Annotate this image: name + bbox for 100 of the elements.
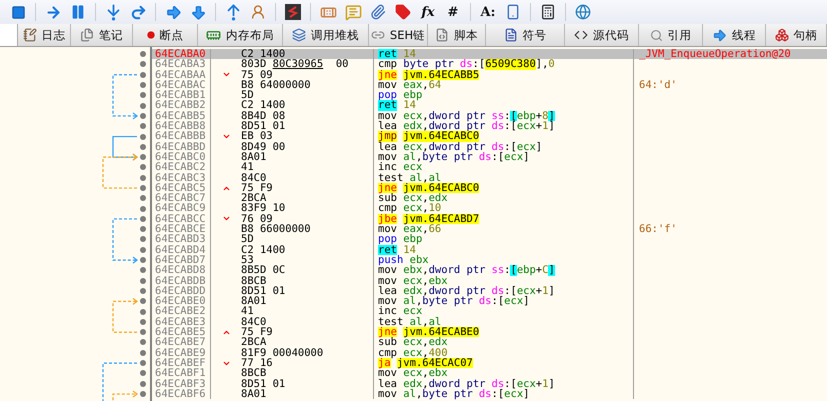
address-text: 64ECABBD [154,142,207,152]
breakpoint-dot-icon[interactable] [140,51,146,58]
instruction-text: sub ecx,edx [373,193,633,204]
breakpoint-dot-icon[interactable] [140,278,146,284]
toolbar-button[interactable]: A: [478,2,498,22]
address-text: 64ECABCE [154,224,207,234]
address-text: 64ECABE5 [154,327,207,338]
breakpoint-dot-icon[interactable] [140,298,146,304]
comment-text: 64:'d' [633,80,827,90]
bytes-text: 81F9 00040000 [241,348,324,358]
breakpoint-dot-icon[interactable] [140,61,146,68]
instruction-text: mov ecx,dword ptr ss:[ebp+8] [373,110,633,122]
breakpoint-dot-icon[interactable] [140,144,146,150]
breakpoint-dot-icon[interactable] [140,360,146,366]
bytes-text: C2 1400 [241,100,286,111]
address-text: 64ECABEF [154,358,207,368]
address-text: 64ECABAA [154,70,207,80]
breakpoint-dot-icon[interactable] [140,288,146,294]
breakpoint-dot-icon[interactable] [140,195,146,202]
pages-icon [80,28,94,42]
breakpoint-dot-icon[interactable] [140,92,146,98]
breakpoint-dot-icon[interactable] [140,216,146,222]
breakpoint-dot-icon[interactable] [140,72,146,78]
address-text: 64ECABE9 [154,348,207,358]
breakpoint-dot-icon[interactable] [140,134,146,140]
tab[interactable]: 断点 [133,24,198,46]
code-file-icon [435,28,449,42]
tab[interactable]: 符号 [486,24,565,46]
breakpoint-dot-icon[interactable] [140,339,146,346]
breakpoint-dot-icon[interactable] [140,380,146,387]
document-icon [504,28,518,42]
breakpoint-dot-icon[interactable] [140,226,146,232]
globe-icon[interactable] [573,2,593,22]
breakpoint-dot-icon[interactable] [140,206,146,212]
tab[interactable]: 日志 [18,24,71,46]
address-text: 64ECABE0 [154,296,207,306]
bytes-text: B8 66000000 [241,224,311,234]
code-brackets-icon [574,28,588,42]
breakpoint-dot-icon[interactable] [140,350,146,356]
selected-row[interactable]: 64ECABA0 C2 1400 ret 14 _JVM_EnqueueOperation@20 [152,49,827,60]
tab[interactable]: SEH链 [369,24,428,46]
bytes-text: 803D 80C30965 00 [241,59,348,70]
tab[interactable]: 引用 [639,24,703,46]
breakpoint-dot-icon[interactable] [140,329,146,336]
notepad-icon [22,28,36,42]
instruction-text: ret 14 [373,100,633,111]
instruction-text: mov al,byte ptr ds:[ecx] [373,296,633,306]
bytes-text: 8D51 01 [241,286,286,296]
bytes-text: 84C0 [241,172,266,183]
instruction-text: jmp jvm.64ECABC0 [373,131,633,142]
breakpoint-dot-icon[interactable] [140,318,146,325]
address-text: 64ECABC3 [154,172,207,183]
breakpoint-dot-icon[interactable] [140,102,146,109]
bytes-text: 5D [241,90,254,100]
address-text: 64ECABAC [154,80,207,90]
breakpoint-dot-icon[interactable] [140,246,146,253]
breakpoint-dot-icon[interactable] [140,82,146,88]
address-text: 64ECABC5 [154,182,207,194]
instruction-text: jne jvm.64ECABC0 [373,182,633,194]
dark-square-icon[interactable] [283,2,303,22]
toolbar-button[interactable]: # [443,2,463,22]
breakpoint-dot-icon[interactable] [140,154,146,160]
breakpoint-dot-icon[interactable] [140,390,146,397]
breakpoint-dot-icon[interactable] [140,123,146,130]
breakpoint-dot-icon[interactable] [140,236,146,242]
breakpoint-dot-icon[interactable] [140,267,146,274]
instruction-text: mov al,byte ptr ds:[ecx] [373,152,633,162]
breakpoint-dot-icon[interactable] [140,370,146,376]
instruction-text: jne jvm.64ECABB5 [373,70,633,80]
tab[interactable]: 脚本 [428,24,486,46]
instruction-text: inc ecx [373,306,633,317]
bytes-text: 41 [241,162,254,173]
tab[interactable]: 调用堆栈 [283,24,369,46]
breakpoint-dot-icon[interactable] [140,164,146,170]
search-icon [650,28,662,42]
tab[interactable]: 源代码 [565,24,639,46]
address-text: 64ECABC9 [154,203,207,214]
bytes-text: 2BCA [241,337,266,348]
address-text: 64ECABD3 [154,234,207,245]
instruction-text: lea ecx,dword ptr ds:[ecx] [373,142,633,152]
bytes-text: 41 [241,306,254,317]
breakpoint-dot-icon[interactable] [140,308,146,315]
breakpoint-dot-icon[interactable] [140,185,146,191]
address-text: 64ECABD7 [154,254,207,266]
tab[interactable]: 句柄 [766,24,827,46]
bytes-text: C2 1400 [241,244,286,255]
tab[interactable]: 内存布局 [198,24,283,46]
breakpoint-dot-icon[interactable] [140,257,146,264]
address-text: 64ECABE2 [154,306,207,317]
tag-icon[interactable] [393,2,413,22]
instruction-text: inc ecx [373,162,633,173]
tab[interactable]: 笔记 [71,24,133,46]
bytes-text: 8D49 00 [241,142,286,152]
instruction-text: jne jvm.64ECABE0 [373,327,633,338]
toolbar-button[interactable]: fx [418,2,438,22]
tab[interactable]: 线程 [703,24,766,46]
instruction-text: ret 14 [373,244,633,255]
breakpoint-dot-icon[interactable] [140,174,146,181]
breakpoint-dot-icon[interactable] [140,112,146,119]
instruction-text: mov ebx,dword ptr ss:[ebp+C] [373,265,633,276]
